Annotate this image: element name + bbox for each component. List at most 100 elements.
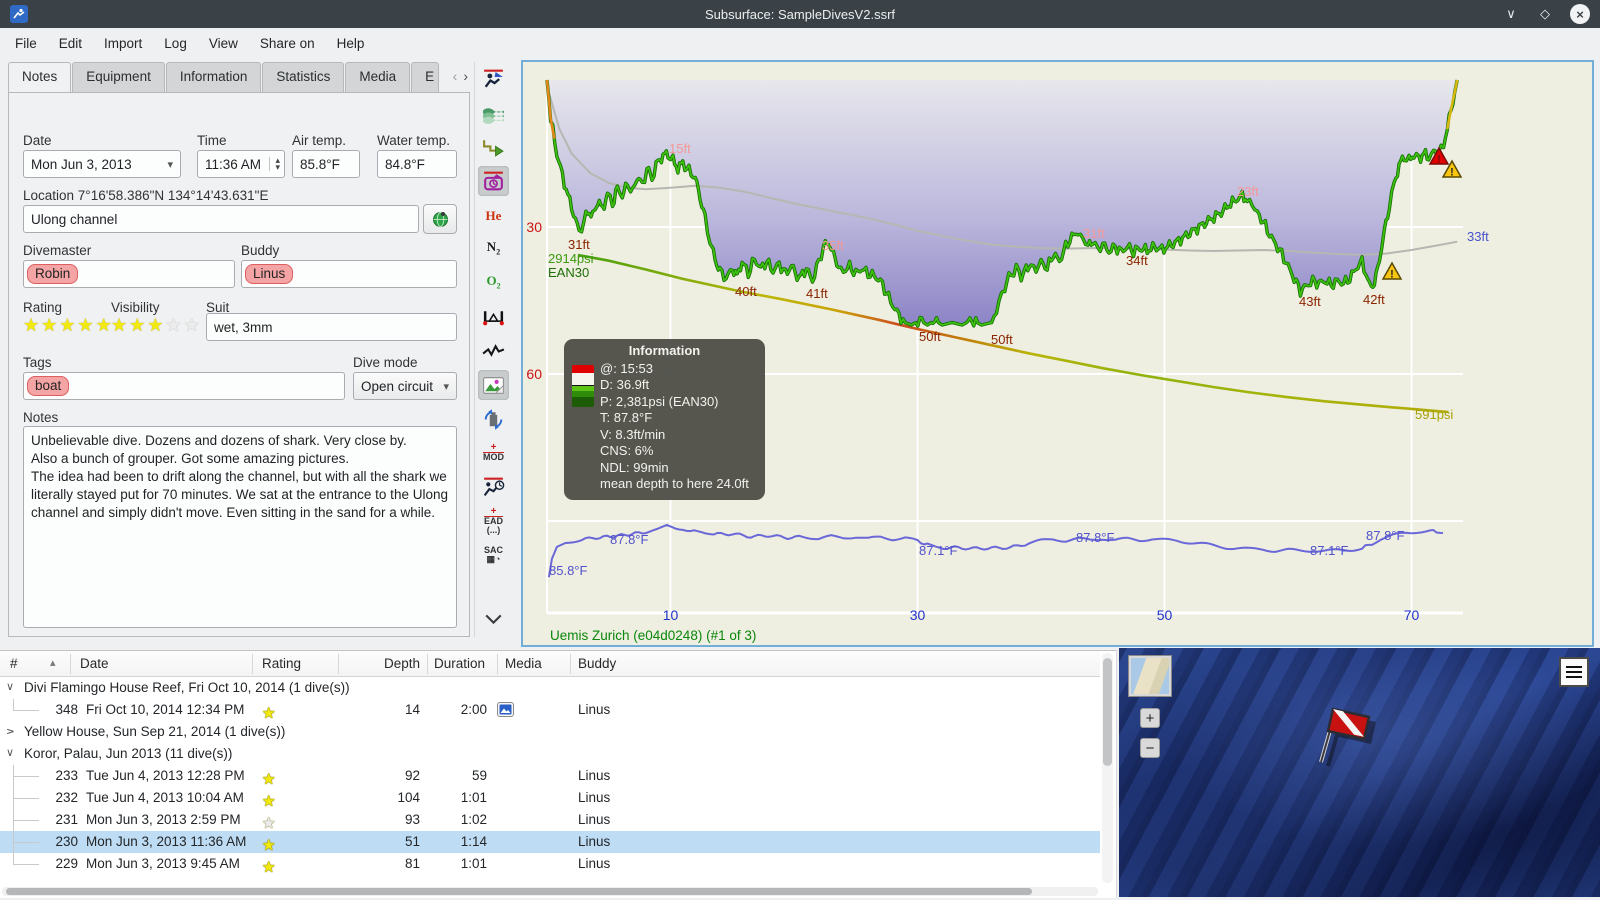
map-overview-thumbnail[interactable] [1128,655,1172,697]
col-date[interactable]: Date [80,656,109,671]
heart-rate-icon[interactable] [478,336,509,366]
col-num[interactable]: # [10,656,18,671]
star-empty-icon[interactable]: ★ [262,814,276,832]
star-filled-icon[interactable]: ★ [23,315,41,335]
calculated-ceiling-icon[interactable] [478,132,509,162]
dive-date: Tue Jun 4, 2013 10:04 AM [86,790,244,805]
map-zoom-out-button[interactable]: − [1140,738,1160,758]
star-empty-icon[interactable]: ★ [184,315,202,335]
suit-field[interactable]: wet, 3mm [206,313,457,341]
trip-row[interactable]: ∨ Yellow House, Sun Sep 21, 2014 (1 dive(… [0,721,1100,743]
map-menu-button[interactable] [1559,657,1589,687]
sac-icon[interactable]: SAC ▦◔ [478,540,509,570]
buddy-input[interactable]: Linus [241,260,457,288]
visibility-stars[interactable]: ★★★★★ [111,315,202,336]
star-filled-icon[interactable]: ★ [147,315,165,335]
divemaster-input[interactable]: Robin [23,260,235,288]
toolbar-collapse-icon[interactable] [478,603,509,633]
star-filled-icon[interactable]: ★ [129,315,147,335]
menu-item-edit[interactable]: Edit [48,31,93,56]
dive-profile-chart[interactable]: 10 30 50 70 30 60 15ft 35ft 31ft 23ft 31ft 40ft 41ft… [521,60,1594,647]
minimize-icon[interactable]: ∨ [1502,6,1520,22]
col-media[interactable]: Media [505,656,542,671]
notes-textarea[interactable]: Unbelievable dive. Dozens and dozens of … [23,426,457,628]
tab-scroll-left-icon[interactable]: ‹ [453,68,458,84]
divemaster-tag[interactable]: Robin [27,264,79,284]
ead-icon[interactable]: + EAD (...) [478,506,509,536]
menu-item-help[interactable]: Help [326,31,376,56]
trip-row[interactable]: ∨ Koror, Palau, Jun 2013 (11 dive(s)) [0,743,1100,765]
dive-mode-combobox[interactable]: Open circuit ▾ [353,372,457,400]
rating-stars[interactable]: ★★★★★ [23,315,114,336]
star-filled-icon[interactable]: ★ [77,315,95,335]
map-zoom-in-button[interactable]: + [1140,708,1160,728]
tags-input[interactable]: boat [23,372,345,400]
water-temp-field[interactable]: 84.8°F [377,150,457,178]
ruler-icon[interactable] [478,302,509,332]
oxygen-graph-icon[interactable]: O2 [478,268,509,298]
star-filled-icon[interactable]: ★ [111,315,129,335]
col-rating[interactable]: Rating [262,656,301,671]
star-empty-icon[interactable]: ★ [165,315,183,335]
close-icon[interactable]: × [1570,4,1590,24]
dive-flag-marker[interactable] [1305,696,1391,782]
star-filled-icon[interactable]: ★ [59,315,77,335]
maximize-icon[interactable]: ◇ [1536,6,1554,22]
col-buddy[interactable]: Buddy [578,656,616,671]
buddy-tag[interactable]: Linus [245,264,294,284]
tab-media[interactable]: Media [345,62,411,92]
star-filled-icon[interactable]: ★ [262,770,276,788]
tooltip-title: Information [628,343,701,358]
waves-icon[interactable] [478,98,509,128]
chevron-expanded-icon[interactable]: ∨ [6,746,14,759]
col-depth[interactable]: Depth [378,656,420,671]
mod-icon[interactable]: + MOD [478,438,509,468]
dive-list-horizontal-scrollbar[interactable] [2,887,1098,896]
air-temp-field[interactable]: 85.8°F [292,150,360,178]
dive-row[interactable]: 232 Tue Jun 4, 2013 10:04 AM ★ ★ ★ ★ ★ 104 1:01 L… [0,787,1100,810]
menu-item-view[interactable]: View [198,31,249,56]
photos-icon[interactable] [478,370,509,400]
dc-ceiling-icon[interactable] [478,166,509,196]
star-filled-icon[interactable]: ★ [41,315,59,335]
star-filled-icon[interactable]: ★ [262,792,276,810]
star-filled-icon[interactable]: ★ [262,836,276,854]
time-spinbox[interactable]: 11:36 AM ▴ ▾ [197,150,285,178]
globe-button[interactable] [423,204,457,234]
tab-e[interactable]: E [411,62,440,92]
dive-row[interactable]: 233 Tue Jun 4, 2013 12:28 PM ★ ★ ★ ★ ★ 92 59 Linu… [0,765,1100,788]
chevron-collapsed-icon[interactable]: ∨ [4,727,17,735]
dive-row[interactable]: 229 Mon Jun 3, 2013 9:45 AM ★ ★ ★ ★ ★ 81 1:01 Lin… [0,853,1100,876]
dive-site-map[interactable]: + − [1119,648,1600,897]
tab-statistics[interactable]: Statistics [262,62,345,92]
star-filled-icon[interactable]: ★ [262,858,276,876]
dive-row[interactable]: 231 Mon Jun 3, 2013 2:59 PM ★ ★ ★ ★ ★ 93 1:02 Lin… [0,809,1100,832]
tab-scroll-right-icon[interactable]: › [463,68,468,84]
ndl-tts-icon[interactable] [478,472,509,502]
col-duration[interactable]: Duration [434,656,485,671]
gas-switch-icon[interactable] [478,404,509,434]
tag-boat[interactable]: boat [27,376,70,396]
dive-row[interactable]: 348 Fri Oct 10, 2014 12:34 PM ★ ★ ★ ★ ★ 14 2:00 L… [0,699,1100,722]
spinner-arrows-icon[interactable]: ▴ ▾ [269,156,280,172]
tab-equipment[interactable]: Equipment [72,62,165,92]
dive-row[interactable]: 230 Mon Jun 3, 2013 11:36 AM ★ ★ ★ ★ ★ 51 1:14 Li… [0,831,1100,854]
media-photo-icon[interactable] [497,702,514,720]
helium-graph-icon[interactable]: He [478,200,509,230]
sort-indicator-icon[interactable]: ▴ [50,656,56,669]
menu-item-log[interactable]: Log [153,31,198,56]
dive-list-vertical-scrollbar[interactable] [1102,653,1113,883]
location-input[interactable]: Ulong channel [23,205,419,233]
chevron-expanded-icon[interactable]: ∨ [6,680,14,693]
tab-information[interactable]: Information [165,62,262,92]
nitrogen-graph-icon[interactable]: N2 [478,234,509,264]
tab-notes[interactable]: Notes [8,62,72,92]
menu-item-share-on[interactable]: Share on [249,31,326,56]
dive-profile-icon[interactable] [478,64,509,94]
menu-item-file[interactable]: File [4,31,48,56]
trip-row[interactable]: ∨ Divi Flamingo House Reef, Fri Oct 10, 2… [0,677,1100,699]
star-filled-icon[interactable]: ★ [262,704,276,722]
menu-item-import[interactable]: Import [93,31,153,56]
date-combobox[interactable]: Mon Jun 3, 2013 ▾ [23,150,181,178]
warning-yellow-icon[interactable]: ! [1381,261,1403,281]
